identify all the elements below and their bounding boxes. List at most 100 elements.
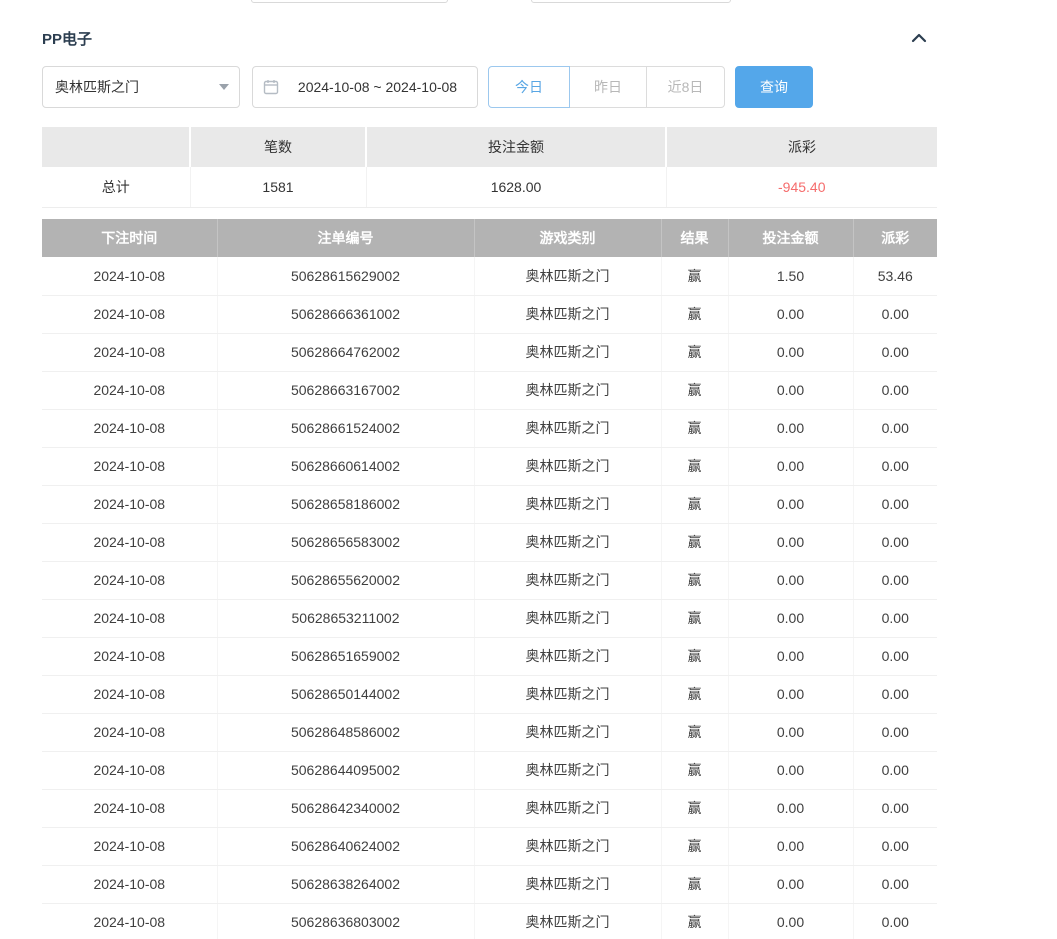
- table-cell: 0.00: [853, 751, 937, 789]
- collapse-panel-button[interactable]: [907, 28, 931, 48]
- table-row: 2024-10-0850628650144002奥林匹斯之门赢0.000.00: [42, 675, 937, 713]
- bet-table-column-header: 结果: [661, 219, 728, 257]
- table-cell: 50628661524002: [217, 409, 474, 447]
- page: PP电子 奥林匹斯之门: [0, 0, 1057, 939]
- bet-table-column-header: 注单编号: [217, 219, 474, 257]
- table-cell: 奥林匹斯之门: [474, 561, 661, 599]
- table-cell: 赢: [661, 295, 728, 333]
- table-cell: 奥林匹斯之门: [474, 409, 661, 447]
- table-cell: 2024-10-08: [42, 903, 217, 939]
- table-cell: 0.00: [853, 485, 937, 523]
- summary-header-blank: [42, 127, 190, 167]
- table-cell: 奥林匹斯之门: [474, 599, 661, 637]
- summary-header-count: 笔数: [190, 127, 366, 167]
- table-cell: 50628648586002: [217, 713, 474, 751]
- last8days-button[interactable]: 近8日: [646, 66, 725, 108]
- table-cell: 2024-10-08: [42, 713, 217, 751]
- table-cell: 53.46: [853, 257, 937, 295]
- table-cell: 奥林匹斯之门: [474, 447, 661, 485]
- table-row: 2024-10-0850628658186002奥林匹斯之门赢0.000.00: [42, 485, 937, 523]
- table-cell: 赢: [661, 827, 728, 865]
- table-cell: 赢: [661, 485, 728, 523]
- chevron-up-icon: [911, 33, 927, 43]
- table-cell: 赢: [661, 523, 728, 561]
- table-row: 2024-10-0850628656583002奥林匹斯之门赢0.000.00: [42, 523, 937, 561]
- table-cell: 2024-10-08: [42, 637, 217, 675]
- table-cell: 0.00: [853, 447, 937, 485]
- table-cell: 奥林匹斯之门: [474, 903, 661, 939]
- table-cell: 0.00: [853, 713, 937, 751]
- summary-header-row: 笔数 投注金额 派彩: [42, 127, 937, 167]
- table-row: 2024-10-0850628642340002奥林匹斯之门赢0.000.00: [42, 789, 937, 827]
- table-row: 2024-10-0850628660614002奥林匹斯之门赢0.000.00: [42, 447, 937, 485]
- table-cell: 0.00: [728, 447, 853, 485]
- table-cell: 奥林匹斯之门: [474, 523, 661, 561]
- table-cell: 50628660614002: [217, 447, 474, 485]
- table-cell: 0.00: [853, 675, 937, 713]
- bet-records-table: 下注时间注单编号游戏类别结果投注金额派彩 2024-10-08506286156…: [42, 219, 937, 939]
- table-row: 2024-10-0850628615629002奥林匹斯之门赢1.5053.46: [42, 257, 937, 295]
- table-cell: 0.00: [728, 865, 853, 903]
- calendar-icon: [263, 79, 279, 95]
- summary-payout-value: -945.40: [666, 167, 937, 207]
- table-cell: 奥林匹斯之门: [474, 371, 661, 409]
- table-cell: 奥林匹斯之门: [474, 713, 661, 751]
- table-cell: 赢: [661, 903, 728, 939]
- table-cell: 2024-10-08: [42, 447, 217, 485]
- table-cell: 赢: [661, 865, 728, 903]
- table-row: 2024-10-0850628663167002奥林匹斯之门赢0.000.00: [42, 371, 937, 409]
- panel-title: PP电子: [42, 28, 92, 49]
- table-cell: 2024-10-08: [42, 789, 217, 827]
- table-cell: 50628650144002: [217, 675, 474, 713]
- date-range-input[interactable]: 2024-10-08 ~ 2024-10-08: [252, 66, 478, 108]
- table-cell: 2024-10-08: [42, 371, 217, 409]
- table-cell: 0.00: [728, 751, 853, 789]
- panel-header: PP电子: [42, 26, 937, 50]
- table-row: 2024-10-0850628655620002奥林匹斯之门赢0.000.00: [42, 561, 937, 599]
- table-row: 2024-10-0850628638264002奥林匹斯之门赢0.000.00: [42, 865, 937, 903]
- table-row: 2024-10-0850628666361002奥林匹斯之门赢0.000.00: [42, 295, 937, 333]
- table-cell: 0.00: [728, 637, 853, 675]
- game-select[interactable]: 奥林匹斯之门: [42, 66, 240, 108]
- table-cell: 0.00: [853, 903, 937, 939]
- table-cell: 50628663167002: [217, 371, 474, 409]
- table-cell: 0.00: [853, 827, 937, 865]
- table-row: 2024-10-0850628640624002奥林匹斯之门赢0.000.00: [42, 827, 937, 865]
- table-cell: 0.00: [728, 295, 853, 333]
- table-cell: 0.00: [728, 789, 853, 827]
- table-cell: 赢: [661, 637, 728, 675]
- bet-table-column-header: 投注金额: [728, 219, 853, 257]
- table-cell: 50628653211002: [217, 599, 474, 637]
- table-cell: 0.00: [728, 713, 853, 751]
- table-cell: 奥林匹斯之门: [474, 333, 661, 371]
- table-cell: 0.00: [853, 865, 937, 903]
- table-cell: 2024-10-08: [42, 865, 217, 903]
- yesterday-button[interactable]: 昨日: [569, 66, 647, 108]
- table-cell: 奥林匹斯之门: [474, 865, 661, 903]
- table-cell: 0.00: [853, 409, 937, 447]
- search-button[interactable]: 查询: [735, 66, 813, 108]
- quick-date-button-group: 今日 昨日 近8日: [488, 66, 725, 108]
- table-cell: 2024-10-08: [42, 827, 217, 865]
- bet-table-column-header: 派彩: [853, 219, 937, 257]
- table-cell: 50628651659002: [217, 637, 474, 675]
- table-cell: 奥林匹斯之门: [474, 789, 661, 827]
- table-cell: 0.00: [728, 523, 853, 561]
- today-button[interactable]: 今日: [488, 66, 570, 108]
- table-cell: 0.00: [853, 599, 937, 637]
- table-cell: 0.00: [728, 599, 853, 637]
- summary-total-row: 总计 1581 1628.00 -945.40: [42, 167, 937, 207]
- table-row: 2024-10-0850628661524002奥林匹斯之门赢0.000.00: [42, 409, 937, 447]
- top-cutoff-input-1[interactable]: [251, 0, 448, 3]
- table-cell: 0.00: [853, 295, 937, 333]
- table-cell: 赢: [661, 447, 728, 485]
- table-cell: 50628640624002: [217, 827, 474, 865]
- top-cutoff-input-2[interactable]: [531, 0, 731, 3]
- table-cell: 0.00: [728, 371, 853, 409]
- bet-table-body: 2024-10-0850628615629002奥林匹斯之门赢1.5053.46…: [42, 257, 937, 939]
- table-row: 2024-10-0850628644095002奥林匹斯之门赢0.000.00: [42, 751, 937, 789]
- table-cell: 奥林匹斯之门: [474, 751, 661, 789]
- table-cell: 0.00: [728, 827, 853, 865]
- table-cell: 0.00: [853, 561, 937, 599]
- table-cell: 50628615629002: [217, 257, 474, 295]
